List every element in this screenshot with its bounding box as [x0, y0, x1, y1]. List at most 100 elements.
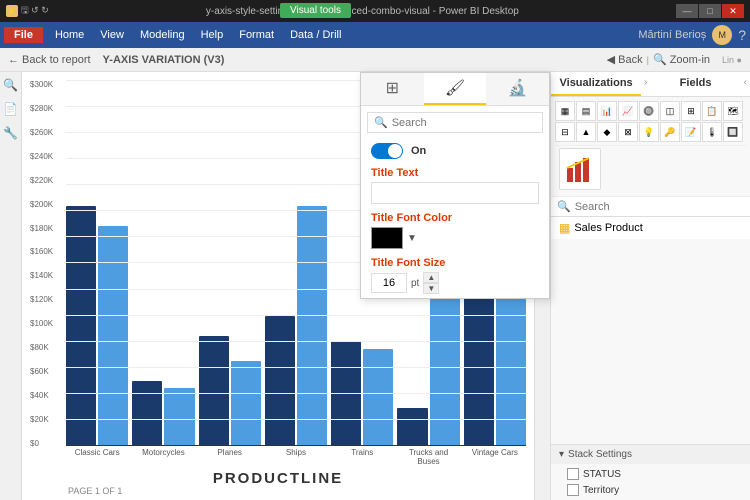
fields-search-input[interactable] — [575, 201, 744, 213]
checkbox-territory[interactable]: Territory — [567, 482, 742, 498]
format-panel: ⊞ 🖌 🔬 🔍 On Title Text Title Font Color — [360, 72, 550, 299]
maximize-button[interactable]: □ — [699, 4, 721, 18]
font-size-spinner[interactable]: ▲ ▼ — [423, 272, 439, 294]
viz-icon-12[interactable]: ⊠ — [618, 122, 638, 142]
format-search-input[interactable] — [392, 117, 536, 129]
menu-home[interactable]: Home — [47, 27, 92, 43]
viz-icon-2[interactable]: 📊 — [597, 101, 617, 121]
format-tab-fields[interactable]: ⊞ — [361, 73, 424, 105]
viz-icon-9[interactable]: ⊟ — [555, 122, 575, 142]
format-tab-analytics[interactable]: 🔬 — [486, 73, 549, 105]
bar-group-ships — [265, 206, 327, 446]
stack-settings-section: ▾ Stack Settings STATUS Territory — [551, 444, 750, 500]
bar-group-classic-cars — [66, 206, 128, 446]
bars-classic-cars — [66, 206, 128, 446]
viz-icons-section: ▦ ▤ 📊 📈 🔘 ◫ ⊞ 📋 🗺 ⊟ ▲ ◆ ⊠ 💡 🔑 📝 🌡 🔲 — [551, 97, 750, 197]
title-text-label: Title Text — [371, 167, 539, 179]
viz-icon-0[interactable]: ▦ — [555, 101, 575, 121]
viz-icon-17[interactable]: 🔲 — [723, 122, 743, 142]
back-to-report-btn[interactable]: ← Back to report — [8, 54, 91, 66]
viz-icon-14[interactable]: 🔑 — [660, 122, 680, 142]
format-toggle-switch[interactable] — [371, 143, 403, 159]
viz-icon-10[interactable]: ▲ — [576, 122, 596, 142]
left-panel: 🔍 📄 🔧 — [0, 72, 22, 500]
y-label-11: $80K — [30, 343, 53, 352]
stack-settings-row[interactable]: ▾ Stack Settings — [551, 445, 750, 464]
menu-modeling[interactable]: Modeling — [132, 27, 193, 43]
bar-group-trains — [331, 341, 393, 446]
viz-icon-6[interactable]: ⊞ — [681, 101, 701, 121]
page-info: PAGE 1 OF 1 — [68, 486, 122, 496]
left-icon-1[interactable]: 🔍 — [3, 78, 18, 92]
sub-toolbar: ← Back to report Y-AXIS VARIATION (V3) ◀… — [0, 48, 750, 72]
font-size-down-btn[interactable]: ▼ — [423, 283, 439, 294]
menu-help[interactable]: Help — [193, 27, 232, 43]
viz-icon-15[interactable]: 📝 — [681, 122, 701, 142]
bars-planes — [199, 336, 261, 446]
font-size-input[interactable] — [371, 273, 407, 293]
y-label-8: $140K — [30, 271, 53, 280]
viz-icon-16[interactable]: 🌡 — [702, 122, 722, 142]
viz-large-icon[interactable] — [559, 148, 601, 190]
viz-icon-3[interactable]: 📈 — [618, 101, 638, 121]
color-caret[interactable]: ▼ — [407, 233, 417, 244]
fields-search-row: 🔍 — [551, 197, 750, 217]
file-menu[interactable]: File — [4, 27, 43, 43]
viz-icon-1[interactable]: ▤ — [576, 101, 596, 121]
visualizations-tab[interactable]: Visualizations — [551, 72, 641, 96]
y-label-5: $200K — [30, 200, 53, 209]
bar-group-motorcycles — [132, 381, 194, 446]
bar-dark-trucks — [397, 408, 427, 446]
x-label-motorcycles: Motorcycles — [132, 448, 194, 466]
viz-icon-7[interactable]: 📋 — [702, 101, 722, 121]
viz-icon-13[interactable]: 💡 — [639, 122, 659, 142]
x-label-ships: Ships — [265, 448, 327, 466]
window-controls[interactable]: — □ ✕ — [676, 4, 744, 18]
menu-view[interactable]: View — [92, 27, 132, 43]
visual-tools-badge: Visual tools — [280, 3, 351, 18]
format-font-size-section: Title Font Size pt ▲ ▼ — [361, 253, 549, 298]
format-title-section: Title Text — [361, 163, 549, 208]
viz-arrow-right[interactable]: › — [641, 72, 650, 96]
viz-icon-8[interactable]: 🗺 — [723, 101, 743, 121]
menu-format[interactable]: Format — [231, 27, 282, 43]
viz-icon-5[interactable]: ◫ — [660, 101, 680, 121]
minimize-button[interactable]: — — [676, 4, 698, 18]
y-label-15: $0 — [30, 439, 53, 448]
viz-icon-11[interactable]: ◆ — [597, 122, 617, 142]
close-button[interactable]: ✕ — [722, 4, 744, 18]
x-label-planes: Planes — [199, 448, 261, 466]
format-tab-paintbrush[interactable]: 🖌 — [424, 73, 487, 105]
font-size-up-btn[interactable]: ▲ — [423, 272, 439, 283]
checkbox-status[interactable]: STATUS — [567, 466, 742, 482]
color-swatch[interactable] — [371, 227, 403, 249]
bar-group-planes — [199, 336, 261, 446]
stack-settings-arrow: ▾ — [559, 449, 564, 460]
checkbox-territory-label: Territory — [583, 485, 619, 496]
checkbox-territory-box[interactable] — [567, 484, 579, 496]
zoom-btn[interactable]: 🔍 Zoom-in — [653, 53, 710, 66]
fields-sales-product-item[interactable]: ▦ Sales Product — [551, 217, 750, 239]
bar-light-trucks — [430, 286, 460, 446]
back-btn[interactable]: ◀ Back — [607, 53, 643, 66]
left-icon-3[interactable]: 🔧 — [3, 126, 18, 140]
help-icon[interactable]: ? — [738, 27, 746, 43]
x-label-classic: Classic Cars — [66, 448, 128, 466]
format-search-row: 🔍 — [367, 112, 543, 133]
bar-light-motorcycles — [164, 388, 194, 446]
title-font-color-label: Title Font Color — [371, 212, 539, 224]
viz-icon-4[interactable]: 🔘 — [639, 101, 659, 121]
menu-bar-right: Mărtiní Berioș M ? — [638, 25, 746, 45]
y-label-2: $260K — [30, 128, 53, 137]
checkbox-status-box[interactable] — [567, 468, 579, 480]
bars-ships — [265, 206, 327, 446]
fields-arrow[interactable]: ‹ — [741, 72, 750, 96]
y-label-1: $280K — [30, 104, 53, 113]
menu-data-drill[interactable]: Data / Drill — [282, 27, 349, 43]
y-label-4: $220K — [30, 176, 53, 185]
title-text-input[interactable] — [371, 182, 539, 204]
viz-icons-grid: ▦ ▤ 📊 📈 🔘 ◫ ⊞ 📋 🗺 ⊟ ▲ ◆ ⊠ 💡 🔑 📝 🌡 🔲 — [555, 101, 746, 142]
fields-tab[interactable]: Fields — [651, 72, 741, 96]
left-icon-2[interactable]: 📄 — [3, 102, 18, 116]
y-label-0: $300K — [30, 80, 53, 89]
